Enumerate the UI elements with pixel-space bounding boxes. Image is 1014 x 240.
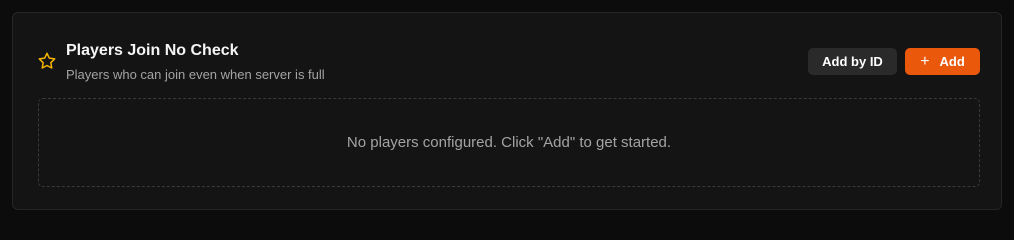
add-button[interactable]: + Add <box>905 48 980 75</box>
star-icon <box>38 52 56 69</box>
add-by-id-label: Add by ID <box>822 54 883 69</box>
section-title: Players Join No Check <box>66 42 239 59</box>
section-subtitle: Players who can join even when server is… <box>66 67 325 82</box>
empty-players-list: No players configured. Click "Add" to ge… <box>38 98 980 187</box>
add-label: Add <box>939 54 965 69</box>
plus-icon: + <box>920 52 930 70</box>
empty-state-message: No players configured. Click "Add" to ge… <box>346 134 672 151</box>
add-by-id-button[interactable]: Add by ID <box>808 48 897 75</box>
players-join-no-check-card: Players Join No Check Players who can jo… <box>12 12 1002 210</box>
